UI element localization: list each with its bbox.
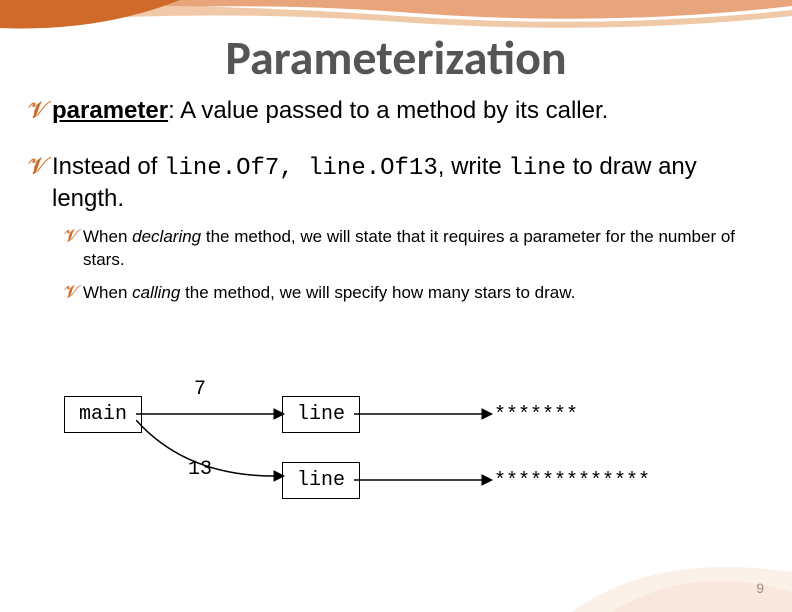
output-stars-2: *************: [494, 470, 650, 493]
bullet-icon: 𝓥: [28, 155, 48, 179]
bullet-icon: 𝓥: [64, 283, 79, 301]
output-stars-1: *******: [494, 404, 578, 427]
sub-text: When declaring the method, we will state…: [83, 226, 764, 272]
bullet-icon: 𝓥: [64, 227, 79, 245]
sub-bullet-declaring: 𝓥 When declaring the method, we will sta…: [64, 226, 764, 272]
arrow-13: [136, 420, 286, 490]
bullet-text: Instead of line.Of7, line.Of13, write li…: [52, 152, 764, 214]
bullet-text: parameter: A value passed to a method by…: [52, 96, 608, 126]
arrow-out-2: [354, 472, 494, 488]
bullet-instead: 𝓥 Instead of line.Of7, line.Of13, write …: [28, 152, 764, 214]
sub-text: When calling the method, we will specify…: [83, 282, 575, 305]
content-area: 𝓥 parameter: A value passed to a method …: [28, 96, 764, 315]
slide-title: Parameterization: [0, 28, 792, 87]
sub-bullet-calling: 𝓥 When calling the method, we will speci…: [64, 282, 764, 305]
bullet-icon: 𝓥: [28, 99, 48, 123]
line-box-1: line: [282, 396, 360, 433]
footer-decoration: [572, 522, 792, 612]
arrow-label-7: 7: [194, 378, 206, 401]
sub-bullets: 𝓥 When declaring the method, we will sta…: [64, 226, 764, 305]
arrow-out-1: [354, 406, 494, 422]
term: parameter: [52, 97, 168, 124]
line-box-2: line: [282, 462, 360, 499]
bullet-parameter: 𝓥 parameter: A value passed to a method …: [28, 96, 764, 126]
main-box: main: [64, 396, 142, 433]
